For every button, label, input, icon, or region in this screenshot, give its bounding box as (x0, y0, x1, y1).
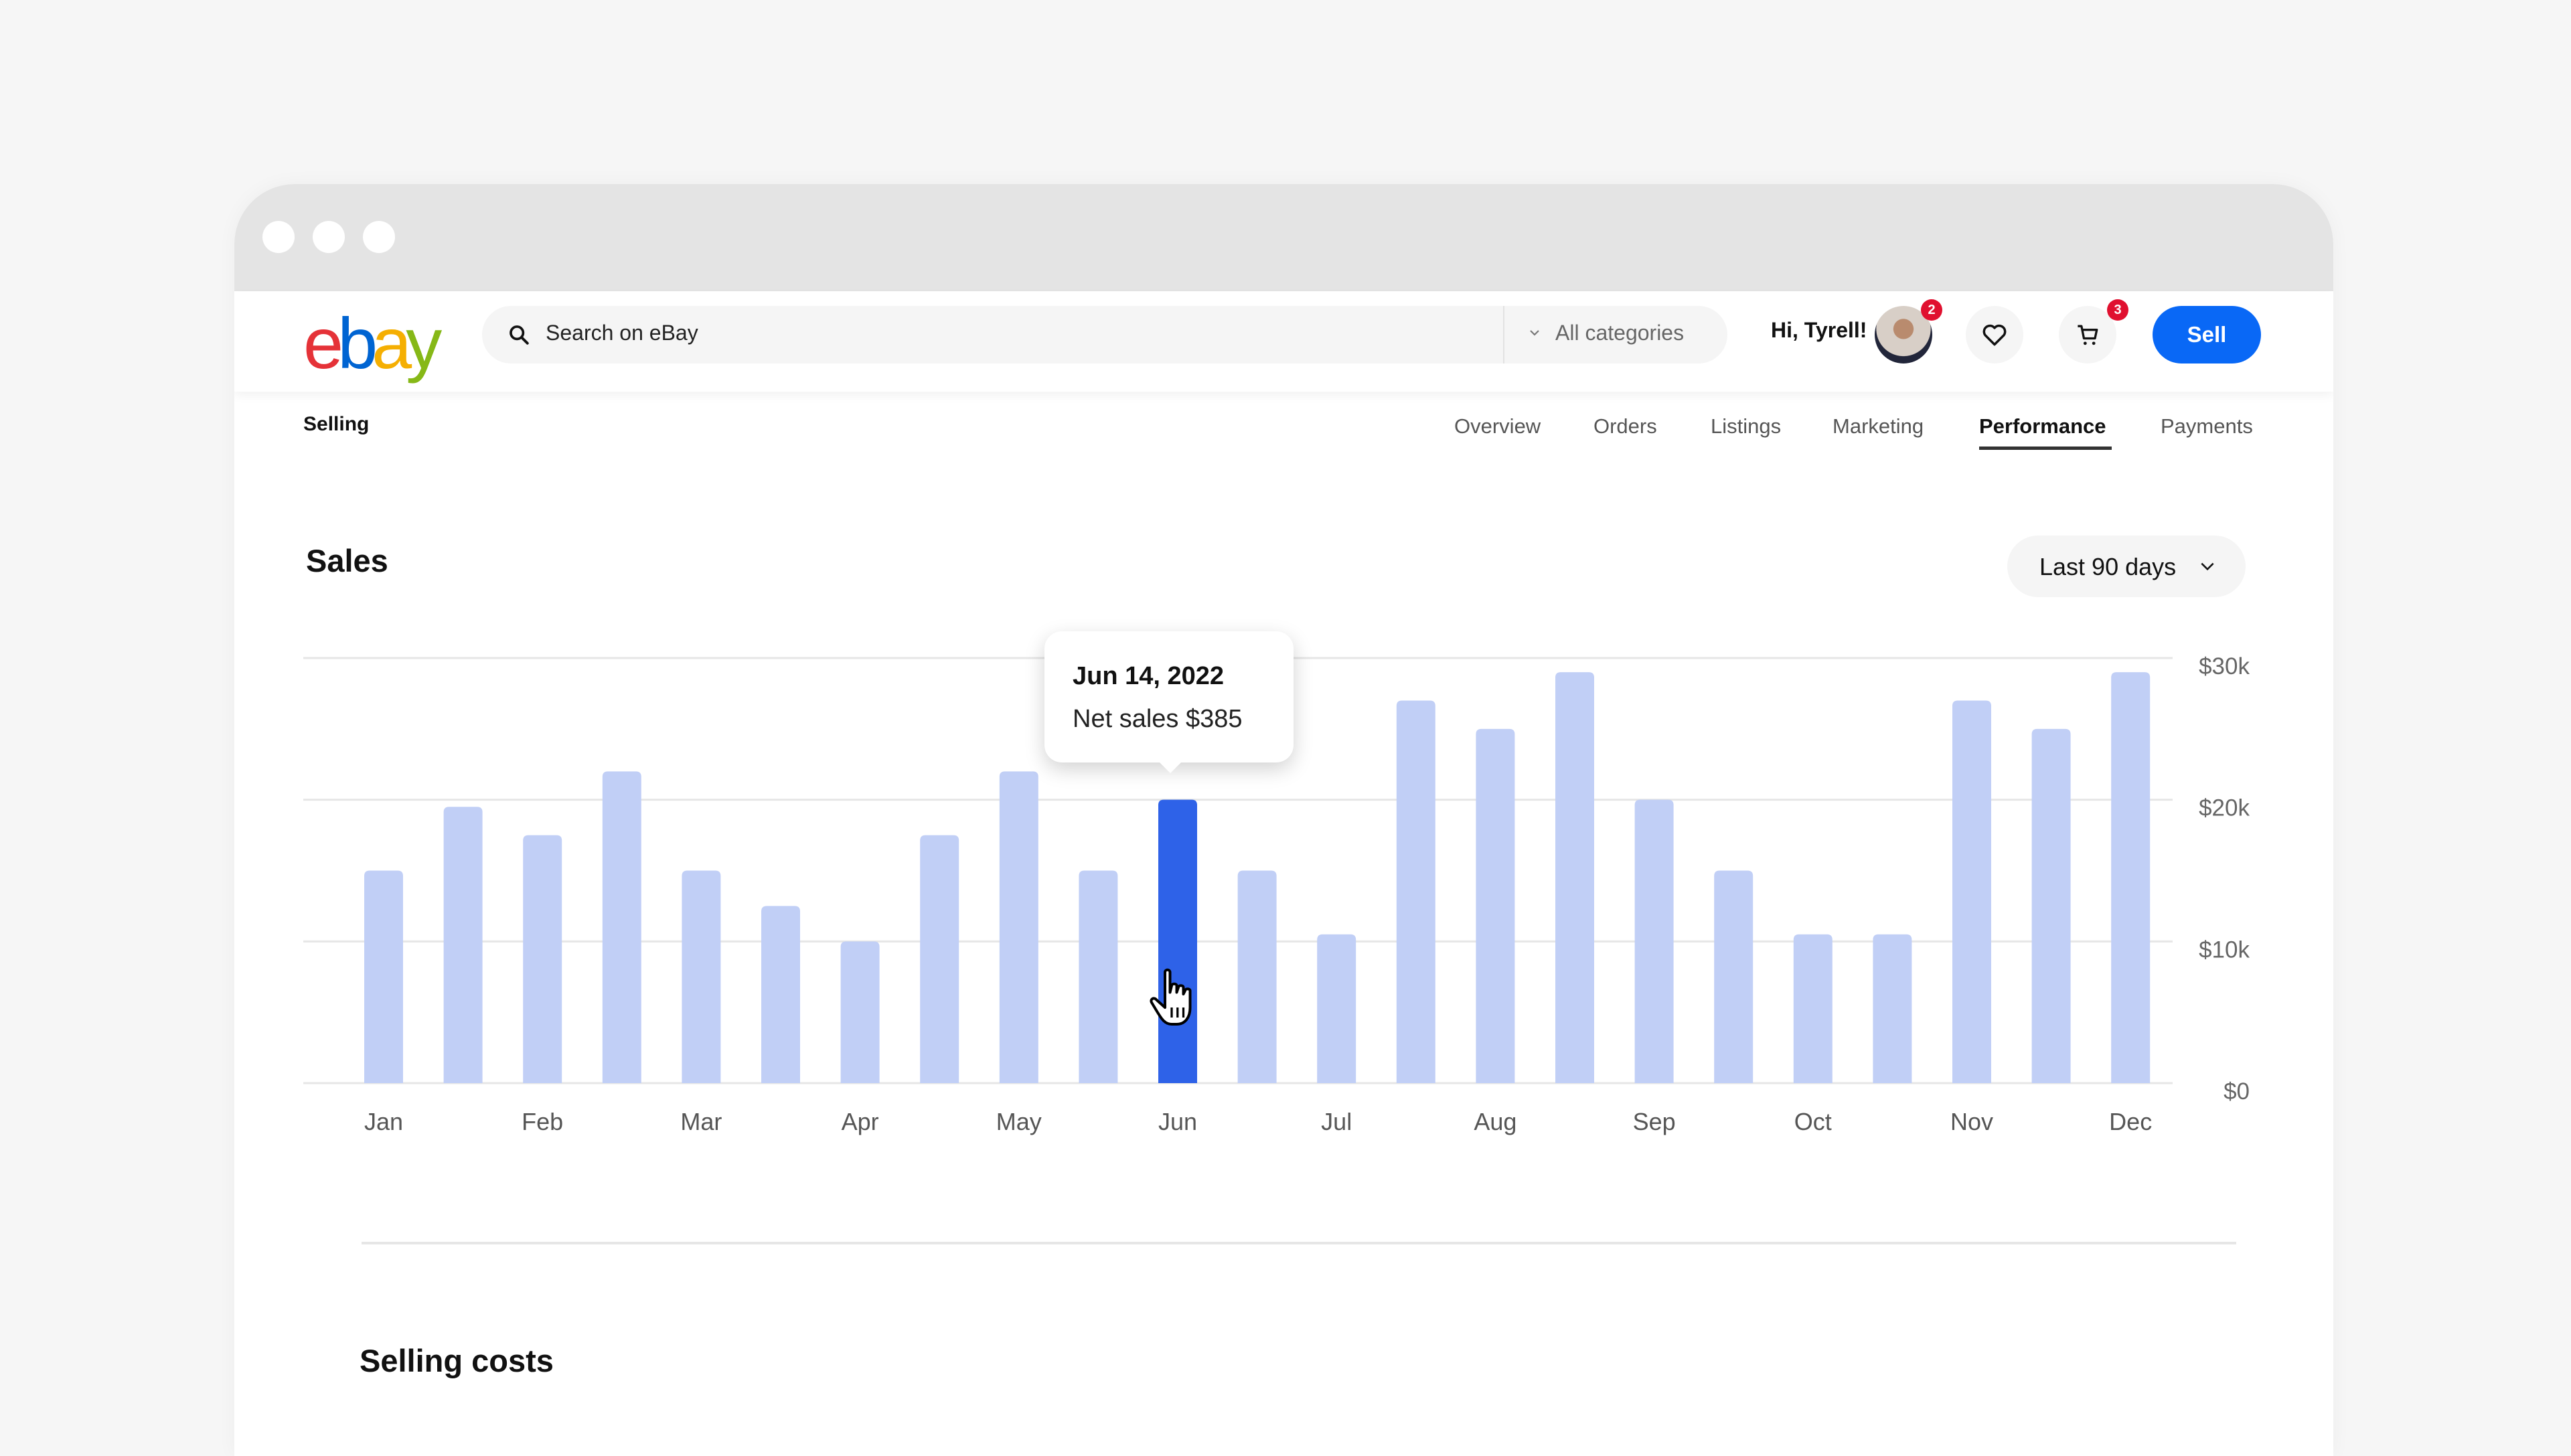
x-tick-label: Oct (1794, 1108, 1832, 1135)
x-tick-label: Aug (1474, 1108, 1516, 1135)
bar (364, 870, 403, 1083)
browser-window: ebay Search on eBay All categories Hi, T… (234, 184, 2333, 1456)
bar (1952, 700, 1991, 1083)
x-tick-label: Dec (2109, 1108, 2152, 1135)
tooltip-value: Net sales $385 (1073, 705, 1243, 733)
bar (1317, 934, 1356, 1083)
bar (1793, 934, 1833, 1083)
bar (602, 771, 641, 1083)
y-tick-label: $20k (2199, 795, 2250, 821)
bar (1634, 799, 1674, 1083)
y-tick-label: $30k (2199, 653, 2250, 679)
x-tick-label: Jul (1321, 1108, 1352, 1135)
bar (443, 807, 483, 1083)
bar (1873, 934, 1912, 1083)
x-tick-label: May (996, 1108, 1042, 1135)
x-tick-label: Nov (1950, 1108, 1993, 1135)
bar (1396, 700, 1435, 1083)
tooltip-date: Jun 14, 2022 (1073, 662, 1225, 690)
x-tick-label: Apr (842, 1108, 879, 1135)
bar (1476, 728, 1515, 1083)
x-tick-label: Sep (1633, 1108, 1676, 1135)
y-tick-label: $0 (2224, 1078, 2250, 1105)
bar (2111, 672, 2151, 1083)
bar (920, 835, 959, 1083)
bar-highlighted (1158, 799, 1197, 1083)
bar (1714, 870, 1754, 1083)
bar (999, 771, 1038, 1083)
selling-costs-heading: Selling costs (360, 1343, 554, 1378)
bar (840, 941, 880, 1083)
bar (1237, 870, 1277, 1083)
bar (523, 835, 562, 1083)
x-tick-label: Feb (522, 1108, 563, 1135)
sales-bar-chart: $30k $20k $10k $0 Jan Feb Mar Apr May Jun Jul Aug Se… (303, 653, 2250, 1135)
x-tick-label: Mar (680, 1108, 722, 1135)
bar (761, 906, 800, 1083)
x-tick-label: Jan (364, 1108, 403, 1135)
section-divider (362, 1242, 2236, 1244)
bar (682, 870, 721, 1083)
bar (1079, 870, 1118, 1083)
chart-tooltip: Jun 14, 2022 Net sales $385 (1044, 631, 1294, 773)
hand-pointer-cursor-icon (1150, 968, 1192, 1026)
x-tick-label: Jun (1158, 1108, 1197, 1135)
bar (2031, 728, 2071, 1083)
y-tick-label: $10k (2199, 937, 2250, 963)
bar (1555, 672, 1594, 1083)
